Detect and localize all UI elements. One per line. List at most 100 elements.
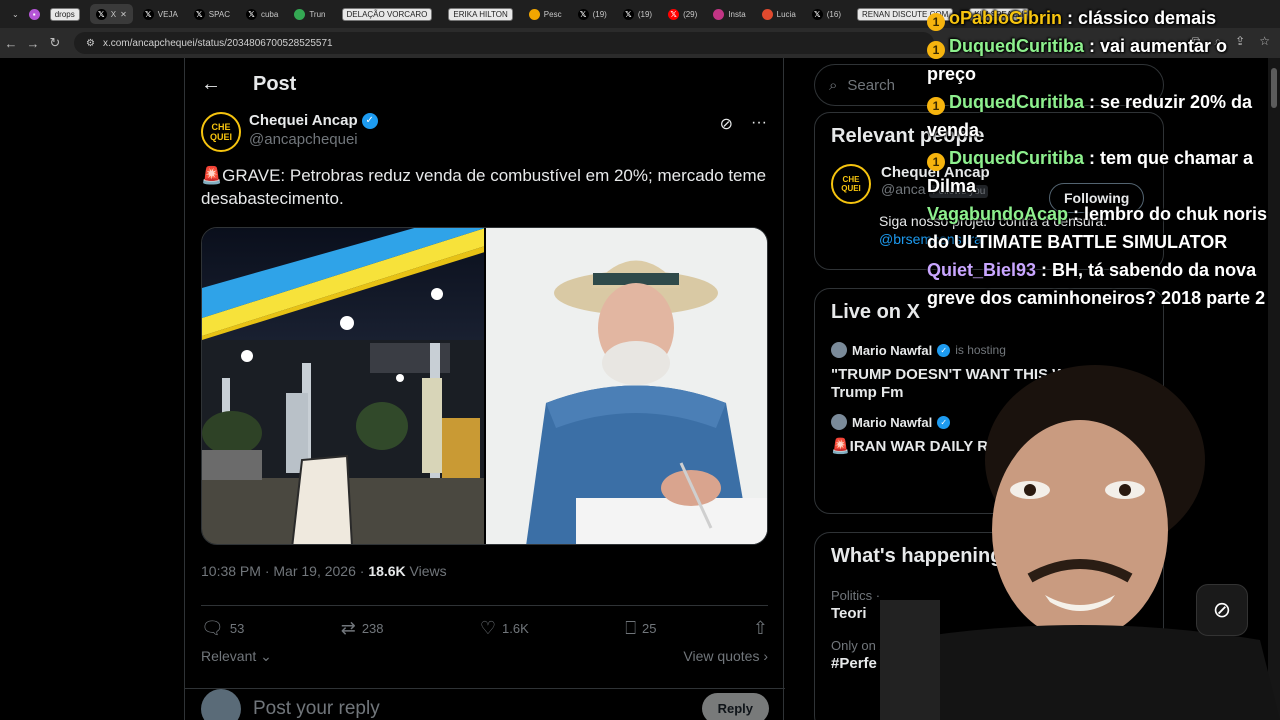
- browser-tab[interactable]: Insta: [707, 4, 751, 24]
- post-header: ← Post: [185, 58, 783, 110]
- post-text: 🚨GRAVE: Petrobras reduz venda de combust…: [201, 166, 767, 208]
- url-field[interactable]: ⚙ x.com/ancapchequei/status/203480670052…: [74, 32, 934, 54]
- repost-icon: ⇄: [340, 618, 356, 638]
- display-name-text: Chequei Ancap: [249, 112, 358, 129]
- like-button[interactable]: ♡ 1.6K: [480, 618, 529, 639]
- author-handle[interactable]: @ancapchequei: [249, 131, 378, 148]
- chevron-down-icon: ⌄: [260, 648, 272, 664]
- person-avatar[interactable]: CHE QUEI: [831, 164, 871, 204]
- tab-favicon-icon: [528, 8, 540, 20]
- browser-tab[interactable]: 𝕏 (16): [806, 4, 847, 24]
- tab-close-icon[interactable]: ✕: [120, 10, 127, 19]
- browser-tab[interactable]: DELAÇÃO VORCARO: [336, 4, 439, 24]
- url-text: x.com/ancapchequei/status/20348067005285…: [102, 37, 333, 49]
- repost-count: 238: [361, 621, 384, 636]
- share-button[interactable]: ⇧: [753, 618, 768, 639]
- author-display-name[interactable]: Chequei Ancap ✓: [249, 112, 378, 129]
- post-actions: 🗨 53 ⇄ 238 ♡ 1.6K ⎕ 25 ⇧: [201, 605, 768, 639]
- chat-message: 1 DuquedCuritiba : tem que chamar a Dilma: [927, 144, 1272, 200]
- reply-button[interactable]: 🗨 53: [201, 618, 244, 639]
- reply-input[interactable]: Post your reply: [253, 698, 380, 720]
- chat-message: 1 DuquedCuritiba : se reduzir 20% da vend…: [927, 88, 1272, 144]
- streamer-webcam: [880, 340, 1280, 720]
- back-nav-icon[interactable]: ←: [0, 36, 22, 51]
- browser-tab[interactable]: 𝕏 (19): [572, 4, 613, 24]
- tab-title: Pesc: [543, 9, 562, 19]
- browser-tab[interactable]: Lucia: [756, 4, 802, 24]
- reply-icon: 🗨: [201, 618, 224, 638]
- tab-title: (19): [592, 9, 607, 19]
- back-arrow-icon[interactable]: ←: [201, 73, 221, 96]
- host-avatar: [831, 414, 847, 430]
- tab-title: Insta: [728, 9, 746, 19]
- person-handle-text: @anca: [881, 181, 926, 197]
- tab-favicon-icon: 𝕏: [622, 8, 634, 20]
- subscriber-badge-icon: 1: [927, 41, 945, 59]
- tab-favicon-icon: 𝕏: [193, 8, 205, 20]
- repost-button[interactable]: ⇄ 238: [341, 618, 384, 639]
- man-illustration: [485, 228, 767, 544]
- browser-tab[interactable]: Trun: [288, 4, 331, 24]
- grok-floating-button[interactable]: ⊘: [1196, 584, 1248, 636]
- post-timestamp[interactable]: 10:38 PM · Mar 19, 2026 ·: [201, 563, 368, 579]
- tab-favicon-icon: 𝕏: [95, 8, 107, 20]
- views-label: Views: [405, 563, 447, 579]
- reply-submit-button[interactable]: Reply: [701, 693, 769, 720]
- reply-count: 53: [229, 621, 245, 636]
- post-media[interactable]: [201, 227, 768, 545]
- view-quotes-label: View quotes: [683, 648, 760, 664]
- grok-icon: ⊘: [1212, 597, 1232, 622]
- author-avatar[interactable]: CHE QUEI: [201, 112, 241, 152]
- tab-title: SPAC: [208, 9, 230, 19]
- tab-list-button[interactable]: ⌄: [6, 4, 25, 24]
- bookmark-button[interactable]: ⎕ 25: [625, 618, 656, 639]
- grok-icon[interactable]: ⊘: [720, 114, 733, 134]
- browser-tab[interactable]: 𝕏 SPAC: [188, 4, 236, 24]
- tab-title: drops: [49, 7, 80, 21]
- subscriber-badge-icon: 1: [927, 153, 945, 171]
- tab-group-icon[interactable]: ▪: [28, 8, 40, 20]
- browser-tab[interactable]: 𝕏 (29): [662, 4, 703, 24]
- tab-title: cuba: [260, 9, 279, 19]
- bookmark-count: 25: [642, 621, 657, 636]
- tab-favicon-icon: 𝕏: [245, 8, 257, 20]
- view-quotes-link[interactable]: View quotes ›: [683, 648, 768, 665]
- search-placeholder: Search: [847, 76, 895, 94]
- streamer-illustration: [880, 365, 1280, 720]
- search-icon: ⌕: [829, 76, 838, 94]
- tab-favicon-icon: 𝕏: [668, 8, 680, 20]
- forward-nav-icon[interactable]: →: [22, 36, 44, 51]
- chat-username: oPabloGibrin: [949, 8, 1063, 28]
- browser-tab[interactable]: 𝕏 (19): [617, 4, 658, 24]
- site-info-icon[interactable]: ⚙: [86, 38, 95, 49]
- browser-tab[interactable]: 𝕏cuba: [240, 4, 284, 24]
- tab-title: (29): [683, 9, 698, 19]
- gas-station-illustration: [202, 228, 484, 544]
- verified-badge-icon: ✓: [361, 112, 378, 129]
- views-count: 18.6K: [368, 563, 406, 579]
- reply-composer: Post your reply Reply: [185, 688, 785, 720]
- tab-favicon-icon: [294, 8, 306, 20]
- tab-title: VEJA: [157, 9, 178, 19]
- relevant-sort-dropdown[interactable]: Relevant ⌄: [201, 648, 272, 665]
- chat-username: VagabundoAcap: [927, 204, 1069, 224]
- browser-tab[interactable]: Pesc: [523, 4, 568, 24]
- man-photo[interactable]: [485, 228, 767, 544]
- chat-message: 1 DuquedCuritiba : vai aumentar o preço: [927, 32, 1272, 88]
- more-options-icon[interactable]: ···: [751, 114, 767, 132]
- author-names: Chequei Ancap ✓ @ancapchequei: [249, 112, 378, 164]
- browser-tab[interactable]: ERIKA HILTON: [442, 4, 518, 24]
- tab-favicon-icon: 𝕏: [142, 8, 154, 20]
- browser-tab[interactable]: 𝕏 X ✕: [89, 4, 133, 24]
- chevron-right-icon: ›: [763, 648, 768, 664]
- host-avatar: [831, 342, 847, 358]
- browser-tab[interactable]: drops: [44, 4, 86, 24]
- subscriber-badge-icon: 1: [927, 97, 945, 115]
- gas-station-photo[interactable]: [202, 228, 484, 544]
- replies-filter-row: Relevant ⌄ View quotes ›: [201, 648, 768, 665]
- user-avatar[interactable]: [201, 688, 241, 720]
- avatar-text: QUEI: [841, 184, 861, 193]
- browser-tab[interactable]: 𝕏 VEJA: [137, 4, 184, 24]
- reload-icon[interactable]: ↻: [44, 35, 66, 51]
- tab-favicon-icon: 𝕏: [577, 8, 589, 20]
